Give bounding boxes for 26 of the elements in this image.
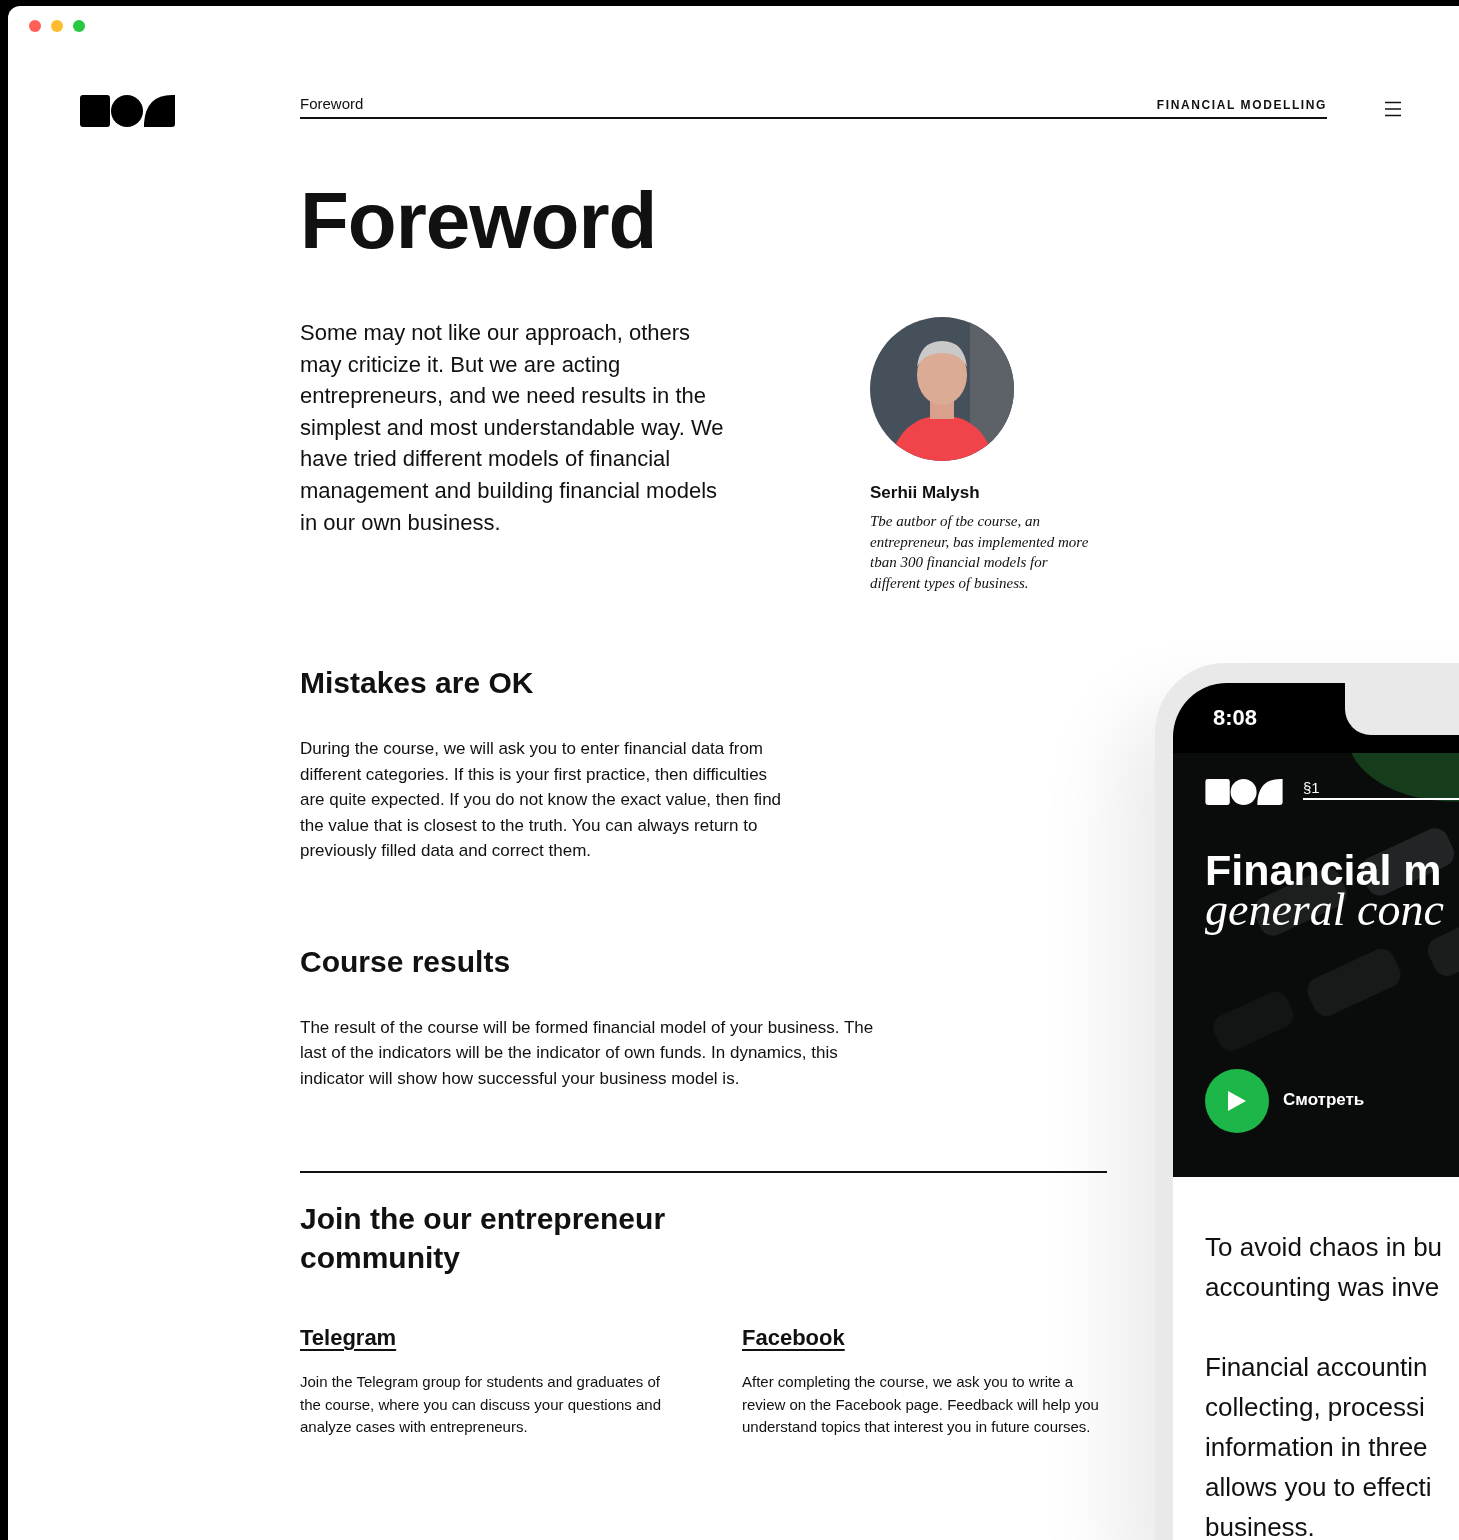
status-time: 8:08 bbox=[1213, 705, 1258, 731]
section-heading: Join the our entrepreneur community bbox=[300, 1201, 667, 1276]
watch-link[interactable]: Смотреть bbox=[1283, 1090, 1365, 1110]
link-description: After completing the course, we ask you to write a review on the Facebook page. Feedback will help you understand topics that interest you in future courses. bbox=[742, 1372, 1100, 1437]
intro-paragraph: Some may not like our approach, others may criticize it. But we are acting entrepreneurs, and we need results in the simplest and most understandable way. We have tried different models of financial management and building financial models in our own business. bbox=[300, 319, 725, 537]
section-paragraph: During the course, we will ask you to enter financial data from different categories. If this is your first practice, then difficulties are quite expected. If you do not know the exact value, then find the value that is closest to the truth. You can always return to previously filled data and correct them. bbox=[300, 738, 783, 862]
link-description: Join the Telegram group for students and graduates of the course, where you can discuss your questions and analyze cases with entrepreneurs. bbox=[300, 1372, 662, 1437]
author-caption: Tbe autbor of tbe course, an entrepreneur, bas implemented more tban 300 financial models for different types of business. bbox=[870, 512, 1090, 593]
section-link[interactable]: FINANCIAL MODELLING bbox=[1156, 98, 1327, 112]
play-icon bbox=[1226, 1089, 1248, 1113]
section-heading: Course results bbox=[300, 943, 512, 980]
page-title: Foreword bbox=[300, 177, 658, 265]
author-name: Serhii Malysh bbox=[870, 483, 981, 503]
section-number: §1 bbox=[1303, 779, 1459, 800]
section-heading: Mistakes are OK bbox=[300, 665, 535, 701]
breadcrumb-link[interactable]: Foreword bbox=[300, 95, 364, 112]
logo-icon[interactable] bbox=[80, 95, 175, 127]
window-control[interactable] bbox=[29, 20, 41, 32]
lesson-paragraph: To avoid chaos in bu accounting was inve bbox=[1205, 1231, 1444, 1304]
community-link[interactable]: Telegram bbox=[300, 1325, 397, 1351]
logo-icon[interactable] bbox=[1205, 779, 1283, 805]
menu-icon[interactable] bbox=[1385, 101, 1401, 117]
community-link[interactable]: Facebook bbox=[742, 1325, 845, 1351]
lesson-subtitle: general conc bbox=[1205, 884, 1444, 936]
lesson-paragraph: Financial accountin collecting, processi information in three allows you to effecti business. bbox=[1205, 1351, 1433, 1540]
section-paragraph: The result of the course will be formed financial model of your business. The last of the indicators will be the indicator of own funds. In dynamics, this indicator will show how successful your business model is. bbox=[300, 1016, 875, 1090]
